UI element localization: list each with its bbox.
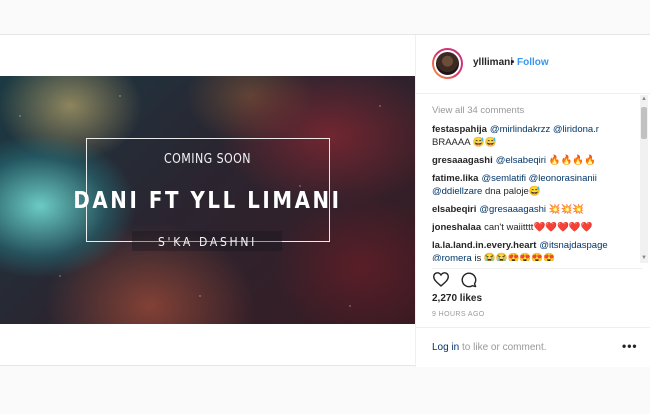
comments-scrollbar[interactable]: ▲ ▼ xyxy=(640,95,648,263)
comments-list[interactable]: View all 34 comments festaspahija @mirlin… xyxy=(432,103,638,261)
song-title-text: DANI FT YLL LIMANI xyxy=(73,188,342,214)
username-link[interactable]: ylllimani xyxy=(473,57,513,68)
comment-item: gresaaagashi @elsabeqiri 🔥🔥🔥🔥 xyxy=(432,154,638,167)
comment-item: joneshalaa can't waiitttt❤️❤️❤️❤️❤️ xyxy=(432,221,638,234)
likes-count[interactable]: 2,270 likes xyxy=(432,293,482,304)
post-footer: Log in to like or comment. ••• xyxy=(416,327,650,367)
comment-text: dna paloje😅 xyxy=(482,186,541,197)
profile-avatar-icon xyxy=(434,50,461,77)
timestamp[interactable]: 9 HOURS AGO xyxy=(432,311,485,318)
comment-username[interactable]: festaspahija xyxy=(432,124,487,135)
login-prompt: Log in to like or comment. xyxy=(432,342,547,353)
scrollbar-thumb[interactable] xyxy=(641,107,647,139)
song-subtitle-text: S'KA DASHNI xyxy=(158,235,257,249)
mention-link[interactable]: @semlatifi xyxy=(481,173,526,184)
scroll-down-arrow-icon[interactable]: ▼ xyxy=(640,254,648,263)
comment-username[interactable]: gresaaagashi xyxy=(432,155,493,166)
comment-username[interactable]: la.la.land.in.every.heart xyxy=(432,240,536,251)
comment-item: la.la.land.in.every.heart @itsnajdaspage … xyxy=(432,239,638,261)
comment-text: BRAAAA 😅😅 xyxy=(432,137,497,148)
comment-text: can't waiitttt❤️❤️❤️❤️❤️ xyxy=(484,222,593,233)
comment-username[interactable]: joneshalaa xyxy=(432,222,481,233)
more-options-icon[interactable]: ••• xyxy=(622,339,638,353)
comment-username[interactable]: elsabeqiri xyxy=(432,204,476,215)
mention-link[interactable]: @elsabeqiri xyxy=(496,155,546,166)
mention-link[interactable]: @leonorasinanii xyxy=(529,173,597,184)
separator-dot: • xyxy=(511,57,515,68)
comment-text: 🔥🔥🔥🔥 xyxy=(546,155,597,166)
avatar[interactable] xyxy=(432,48,463,79)
instagram-post: COMING SOON DANI FT YLL LIMANI S'KA DASH… xyxy=(0,34,650,367)
page: COMING SOON DANI FT YLL LIMANI S'KA DASH… xyxy=(0,0,650,414)
mention-link[interactable]: @liridona.r xyxy=(553,124,599,135)
scroll-up-arrow-icon[interactable]: ▲ xyxy=(640,95,648,104)
comment-text: is 😭😭😍😍😍😍 xyxy=(471,253,555,261)
post-header: ylllimani • Follow xyxy=(416,35,650,94)
mention-link[interactable]: @ddiellzare xyxy=(432,186,482,197)
comment-icon[interactable] xyxy=(460,271,477,288)
comment-text: 💥💥💥 xyxy=(546,204,585,215)
follow-button[interactable]: Follow xyxy=(517,57,549,68)
mention-link[interactable]: @romera xyxy=(432,253,472,261)
comment-item: fatime.lika @semlatifi @leonorasinanii @d… xyxy=(432,172,638,198)
coming-soon-text: COMING SOON xyxy=(164,152,251,167)
heart-icon[interactable] xyxy=(432,271,450,287)
login-link[interactable]: Log in xyxy=(432,342,459,353)
mention-link[interactable]: @itsnajdaspage xyxy=(539,240,607,251)
login-prompt-text: to like or comment. xyxy=(459,342,547,353)
comment-item: festaspahija @mirlindakrzz @liridona.r BR… xyxy=(432,123,638,149)
post-image[interactable]: COMING SOON DANI FT YLL LIMANI S'KA DASH… xyxy=(0,76,415,324)
comment-username[interactable]: fatime.lika xyxy=(432,173,478,184)
post-sidebar: ylllimani • Follow View all 34 comments … xyxy=(415,35,650,367)
action-bar xyxy=(432,268,642,288)
mention-link[interactable]: @gresaaagashi xyxy=(479,204,546,215)
mention-link[interactable]: @mirlindakrzz xyxy=(490,124,550,135)
comment-item: elsabeqiri @gresaaagashi 💥💥💥 xyxy=(432,203,638,216)
view-all-comments-link[interactable]: View all 34 comments xyxy=(432,105,638,116)
